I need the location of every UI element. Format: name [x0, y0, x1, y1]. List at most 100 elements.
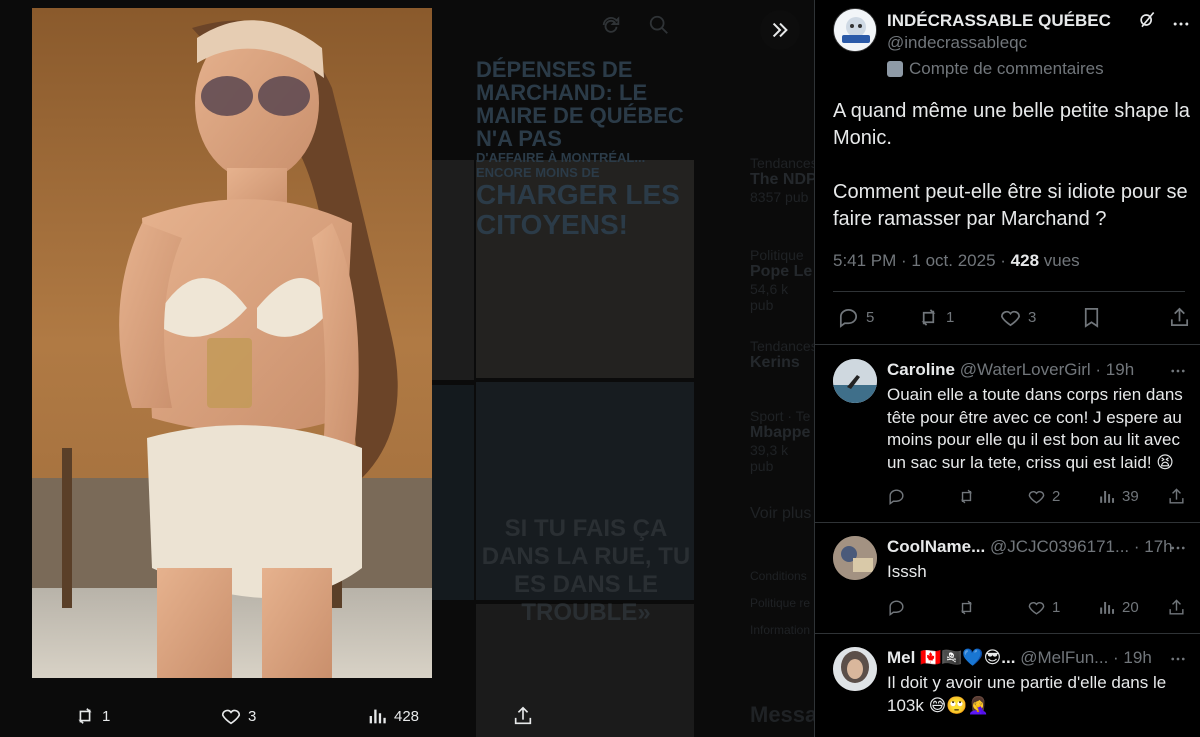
- bg-trend: Tendances Kerins: [750, 338, 814, 371]
- post-action-bar: 5 1 3: [835, 306, 1189, 332]
- views-icon: [1100, 490, 1115, 503]
- comedy-mask-icon: [887, 61, 903, 77]
- reply-action-bar: 2 39: [887, 487, 1187, 509]
- share-icon: [514, 706, 532, 725]
- bg-footer-link: Conditions: [750, 569, 807, 583]
- bg-footer-link: Information: [750, 623, 811, 637]
- repost-button[interactable]: [957, 598, 976, 617]
- post-timestamp[interactable]: 5:41 PM · 1 oct. 2025 ·: [833, 251, 1011, 270]
- double-chevron-right-icon: [772, 22, 788, 38]
- views-button[interactable]: 20: [1097, 598, 1139, 617]
- reply-count: 5: [866, 309, 875, 326]
- bg-trend: Tendances The NDP 8357 pub: [750, 155, 814, 205]
- media-image[interactable]: [32, 8, 432, 678]
- reply-button[interactable]: [887, 487, 906, 506]
- media-views-button[interactable]: 428: [366, 705, 419, 727]
- reply-item[interactable]: Mel 🇨🇦🏴‍☠️💙😎... @MelFun... · 19h Il doit…: [815, 634, 1200, 737]
- reply-author[interactable]: Caroline @WaterLoverGirl · 19h: [887, 360, 1134, 380]
- divider: [833, 291, 1185, 292]
- bg-headline: DÉPENSES DE MARCHAND: LE MAIRE DE QUÉBEC…: [476, 57, 684, 240]
- share-button[interactable]: [1168, 306, 1191, 329]
- like-count: 1: [1052, 599, 1061, 616]
- reply-text: Ouain elle a toute dans corps rien dans …: [887, 385, 1183, 472]
- grok-icon[interactable]: [1137, 10, 1157, 35]
- heart-icon: [221, 709, 241, 725]
- bg-thumbnail-side: [432, 385, 474, 600]
- reply-icon: [839, 309, 858, 328]
- bg-footer-link: Politique re: [750, 596, 811, 610]
- reply-item[interactable]: Caroline @WaterLoverGirl · 19h Ouain ell…: [815, 346, 1200, 522]
- refresh-icon: [600, 14, 622, 41]
- bookmark-icon: [1084, 308, 1099, 328]
- share-icon: [1169, 488, 1184, 504]
- repost-icon: [960, 600, 973, 615]
- share-button[interactable]: [1167, 487, 1186, 506]
- share-button[interactable]: [1167, 598, 1186, 617]
- reply-item[interactable]: CoolName... @JCJC0396171... · 17h Isssh …: [815, 523, 1200, 633]
- media-action-bar: 1 3 428: [74, 705, 544, 731]
- expand-button[interactable]: [760, 10, 800, 50]
- more-options-icon[interactable]: [1169, 650, 1187, 673]
- repost-count: 1: [946, 309, 955, 326]
- reply-author[interactable]: Mel 🇨🇦🏴‍☠️💙😎... @MelFun... · 19h: [887, 648, 1152, 668]
- repost-button[interactable]: 1: [917, 306, 954, 329]
- bg-quote: SI TU FAIS ÇA DANS LA RUE, TU ES DANS LE…: [481, 515, 691, 626]
- reply-avatar[interactable]: [833, 359, 877, 403]
- reply-avatar[interactable]: [833, 536, 877, 580]
- views-count: 39: [1122, 488, 1139, 505]
- like-count: 2: [1052, 488, 1061, 505]
- heart-icon: [1028, 491, 1045, 504]
- divider: [815, 344, 1200, 345]
- repost-icon: [960, 489, 973, 504]
- post-view-label: vues: [1039, 251, 1080, 270]
- bg-trend: Politique Pope Le 54,6 k pub: [750, 247, 813, 313]
- reply-text: Isssh: [887, 562, 927, 581]
- media-like-count: 3: [248, 707, 257, 725]
- repost-icon: [921, 309, 936, 326]
- reply-author[interactable]: CoolName... @JCJC0396171... · 17h: [887, 537, 1173, 557]
- more-options-icon[interactable]: [1169, 539, 1187, 562]
- media-repost-button[interactable]: 1: [74, 705, 110, 727]
- views-count: 20: [1122, 599, 1139, 616]
- search-icon: [648, 14, 670, 41]
- author-name[interactable]: INDÉCRASSABLE QUÉBEC: [887, 11, 1111, 31]
- account-type-label: Compte de commentaires: [909, 59, 1104, 78]
- views-icon: [369, 709, 386, 724]
- reply-button[interactable]: [887, 598, 906, 617]
- post-view-count: 428: [1010, 251, 1040, 270]
- reply-avatar[interactable]: [833, 647, 877, 691]
- reply-button[interactable]: 5: [837, 306, 874, 329]
- author-avatar[interactable]: [833, 8, 877, 52]
- reply-text: Il doit y avoir une partie d'elle dans l…: [887, 673, 1167, 715]
- views-button[interactable]: 39: [1097, 487, 1139, 506]
- post-metadata: 5:41 PM · 1 oct. 2025 · 428 vues: [833, 251, 1080, 271]
- like-button[interactable]: 1: [1027, 598, 1060, 617]
- more-options-icon[interactable]: [1171, 14, 1191, 39]
- heart-icon: [1028, 602, 1045, 615]
- heart-icon: [1001, 310, 1020, 327]
- like-button[interactable]: 3: [999, 306, 1036, 329]
- share-icon: [1169, 599, 1184, 615]
- media-views-count: 428: [394, 707, 420, 725]
- author-handle[interactable]: @indecrassableqc: [887, 33, 1027, 53]
- reply-icon: [889, 489, 904, 506]
- post-header: INDÉCRASSABLE QUÉBEC @indecrassableqc Co…: [815, 0, 1200, 92]
- share-icon: [1170, 307, 1189, 327]
- reply-icon: [889, 600, 904, 617]
- reply-action-bar: 1 20: [887, 598, 1187, 620]
- account-type-badge: Compte de commentaires: [887, 59, 1104, 79]
- media-share-button[interactable]: [512, 705, 534, 727]
- bg-thumbnail-top: [432, 160, 474, 380]
- post-text: A quand même une belle petite shape la M…: [833, 100, 1190, 230]
- bg-trend: Sport · Te Mbappe 39,3 k pub: [750, 408, 811, 474]
- like-button[interactable]: 2: [1027, 487, 1060, 506]
- repost-button[interactable]: [957, 487, 976, 506]
- more-options-icon[interactable]: [1169, 362, 1187, 385]
- post-detail-panel: INDÉCRASSABLE QUÉBEC @indecrassableqc Co…: [814, 0, 1200, 737]
- bookmark-button[interactable]: [1080, 306, 1103, 329]
- bg-messages: Messa: [750, 702, 814, 727]
- media-like-button[interactable]: 3: [220, 705, 256, 727]
- like-count: 3: [1028, 309, 1037, 326]
- repost-icon: [78, 708, 92, 724]
- bg-see-more: Voir plus: [750, 505, 812, 522]
